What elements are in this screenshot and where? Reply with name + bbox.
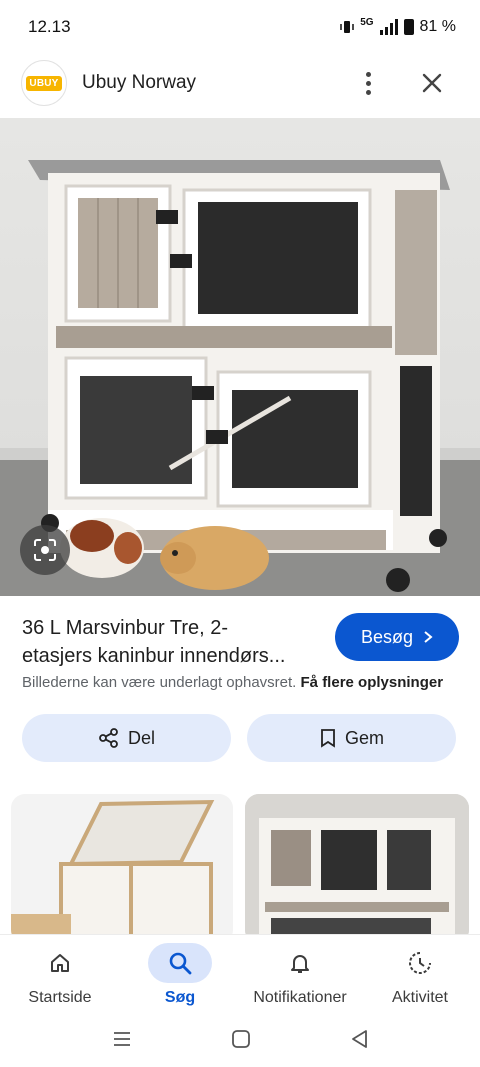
nav-startside[interactable]: Startside [0,935,120,1007]
bottom-navigation: Startside Søg Notifikationer Aktivitet [0,934,480,1020]
product-image[interactable] [0,118,480,596]
related-image-1 [11,799,215,944]
hutch-illustration [0,160,480,596]
save-button[interactable]: Gem [247,714,456,762]
bookmark-icon [321,729,335,748]
site-logo[interactable]: UBUY [21,60,67,106]
lens-search-button[interactable] [20,525,70,575]
bell-icon [268,943,332,983]
nav-aktivitet[interactable]: Aktivitet [360,935,480,1007]
search-icon [148,943,212,983]
share-label: Del [127,727,155,748]
share-button[interactable]: Del [22,714,231,762]
battery-level: 81 % [419,17,456,35]
home-icon [28,943,92,983]
signal-icon [379,18,398,35]
lens-icon [34,539,56,561]
close-icon[interactable] [416,67,448,99]
logo-text: UBUY [26,75,62,91]
nav-label: Startside [28,989,92,1006]
share-icon [99,728,118,748]
related-result-1[interactable] [11,794,233,944]
visit-button[interactable]: Besøg [335,613,459,661]
battery-icon [403,18,414,35]
status-icons: 5G 81 % [340,17,456,36]
history-icon [388,943,452,983]
status-bar: 12.13 5G 81 % [0,0,480,54]
chevron-right-icon [424,631,433,643]
nav-label: Søg [164,989,196,1006]
back-icon[interactable] [350,1029,368,1049]
site-name[interactable]: Ubuy Norway [82,72,196,94]
product-title-line2: etasjers kaninbur innendørs... [22,645,286,667]
more-options-icon[interactable] [356,68,380,98]
product-title-line1: 36 L Marsvinbur Tre, 2- [22,617,229,639]
notice-text: Billederne kan være underlagt ophavsret. [22,674,297,691]
result-header: UBUY Ubuy Norway [0,54,480,112]
nav-notifikationer[interactable]: Notifikationer [240,935,360,1007]
more-info-link[interactable]: Få flere oplysninger [301,674,444,691]
related-result-2[interactable] [245,794,469,944]
related-image-2 [245,794,469,944]
system-navigation-bar [0,1020,480,1067]
home-button-icon[interactable] [231,1029,251,1049]
save-label: Gem [344,727,384,748]
nav-label: Aktivitet [391,989,448,1006]
copyright-notice: Billederne kan være underlagt ophavsret.… [22,674,443,691]
network-type: 5G [360,17,374,28]
vibrate-icon [340,20,354,33]
nav-soeg[interactable]: Søg [120,935,240,1007]
recent-apps-icon[interactable] [112,1030,132,1048]
status-time: 12.13 [28,17,71,36]
nav-label: Notifikationer [253,989,347,1006]
product-title[interactable]: 36 L Marsvinbur Tre, 2- etasjers kaninbu… [22,614,322,670]
visit-label: Besøg [360,626,414,647]
